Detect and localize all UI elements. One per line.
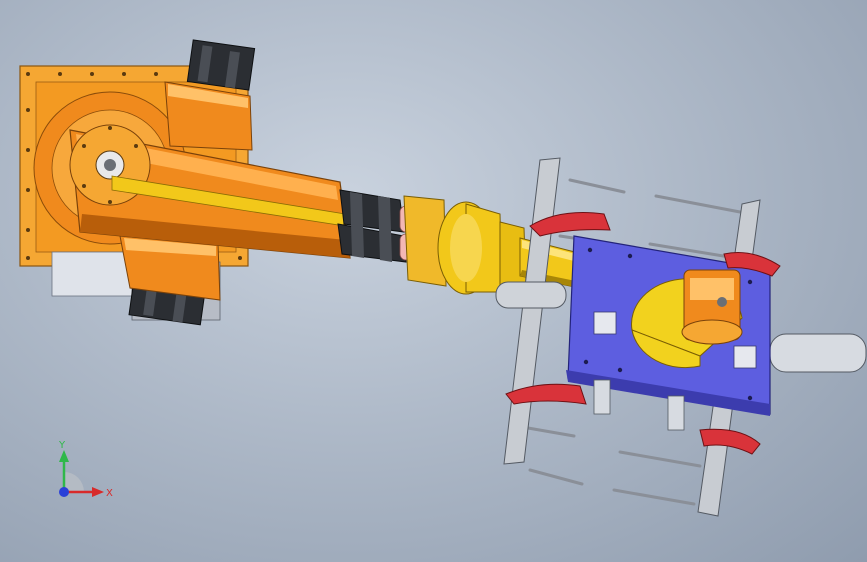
gripper-frame[interactable] xyxy=(495,157,867,517)
graphics-viewport[interactable]: Y X xyxy=(0,0,867,562)
coordinate-triad-icon: Y X xyxy=(48,438,128,508)
shoulder-motor-top[interactable] xyxy=(186,39,256,91)
y-axis-label: Y xyxy=(58,440,66,451)
z-axis-dot xyxy=(59,487,69,497)
robot-arm-assembly-model[interactable] xyxy=(0,0,867,562)
y-axis-arrowhead xyxy=(59,450,69,462)
wrist-joint[interactable] xyxy=(681,269,743,345)
x-axis-arrowhead xyxy=(92,487,104,497)
x-axis-label: X xyxy=(106,488,113,499)
triad-graphic: Y X xyxy=(58,440,113,499)
